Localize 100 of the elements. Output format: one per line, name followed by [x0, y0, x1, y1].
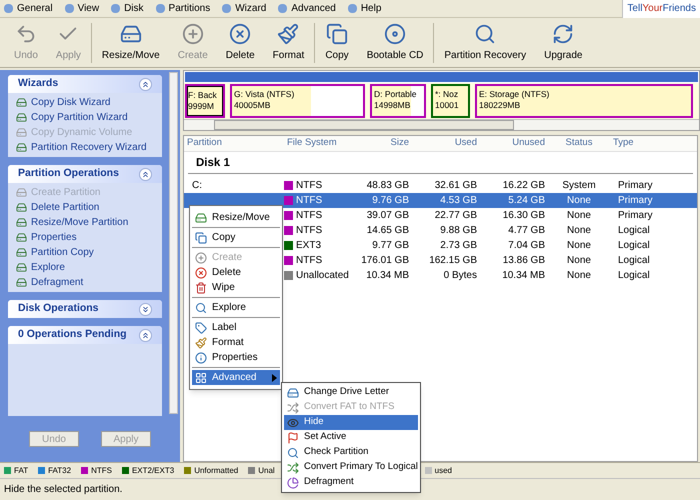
menu-bar-item[interactable]: Advanced — [278, 1, 336, 16]
brush-icon — [277, 22, 300, 44]
partition-name: *: Noz — [435, 89, 460, 100]
table-cell-text: 13.86 GB — [502, 254, 546, 268]
legend-label: NTFS — [91, 464, 112, 476]
task-link[interactable]: Copy Partition Wizard — [16, 110, 154, 125]
menu-item[interactable]: Hide — [284, 415, 418, 430]
collapse-toggle[interactable] — [139, 168, 152, 180]
panel-title: Partition Operations — [18, 166, 119, 182]
menu-item[interactable]: Advanced — [192, 370, 280, 385]
task-icon — [16, 142, 27, 153]
menu-item[interactable]: Change Drive Letter — [284, 385, 418, 400]
toolbar-button[interactable]: Bootable CD — [360, 22, 430, 62]
partition-block[interactable]: F: Back 9999M — [185, 84, 225, 118]
table-row[interactable]: EXT3 9.77 GB 2.73 GB 7.04 GB None Logical — [284, 238, 680, 253]
column-header[interactable]: Size — [354, 136, 412, 151]
table-row[interactable]: NTFS 48.83 GB 32.61 GB 16.22 GB System Primary — [284, 178, 680, 193]
task-link[interactable]: Partition Recovery Wizard — [16, 140, 154, 155]
menu-glyph-icon — [156, 4, 165, 13]
menu-item[interactable]: Set Active — [284, 430, 418, 445]
toolbar-button[interactable]: Format — [266, 22, 310, 62]
task-link[interactable]: Copy Disk Wizard — [16, 95, 154, 110]
menu-glyph-icon — [4, 4, 13, 13]
collapse-toggle[interactable] — [139, 328, 152, 342]
tell-friends-link[interactable]: TellYourFriends — [622, 0, 700, 18]
table-row[interactable]: NTFS 14.65 GB 9.88 GB 4.77 GB None Logical — [284, 223, 680, 238]
table-cell-text: 10.34 MB — [501, 269, 546, 283]
scroll-thumb[interactable] — [214, 120, 514, 130]
table-cell-text: Logical — [617, 239, 651, 253]
menu-glyph-icon — [64, 4, 74, 13]
table-cell-text: Primary — [617, 209, 654, 223]
table-cell-text: 0 Bytes — [442, 269, 478, 283]
menu-bar-item[interactable]: View — [64, 1, 100, 16]
toolbar-button[interactable]: Copy — [319, 22, 355, 62]
menu-bar-item[interactable]: Partitions — [156, 1, 210, 16]
table-cell-text: 16.30 GB — [502, 209, 546, 223]
table-cell-text: 22.77 GB — [434, 209, 478, 223]
column-header[interactable]: Status — [548, 136, 610, 151]
partition-block[interactable]: *: Noz 10001 — [431, 84, 470, 118]
menu-item[interactable]: Wipe — [192, 280, 280, 295]
partition-block[interactable]: D: Portable 14998MB — [370, 84, 426, 118]
partition-size: 14998MB — [374, 100, 412, 111]
task-link[interactable]: Defragment — [16, 275, 154, 290]
collapse-toggle[interactable] — [139, 302, 152, 316]
table-cell-text: 5.24 GB — [507, 194, 546, 208]
column-header[interactable]: Unused — [480, 136, 548, 151]
task-icon — [16, 202, 27, 213]
partition-block[interactable]: G: Vista (NTFS) 40005MB — [230, 84, 365, 118]
column-header[interactable]: Used — [412, 136, 480, 151]
table-row[interactable]: NTFS 39.07 GB 22.77 GB 16.30 GB None Primary — [284, 208, 680, 223]
menu-item[interactable]: Delete — [192, 265, 280, 280]
task-link[interactable]: Explore — [16, 260, 154, 275]
column-header[interactable]: Partition — [184, 136, 284, 151]
chevrons-up-icon — [141, 80, 150, 88]
legend-label: FAT — [14, 464, 28, 476]
horizontal-scrollbar[interactable] — [184, 119, 699, 130]
menu-icon — [195, 302, 207, 314]
toolbar-button[interactable]: Delete — [220, 22, 261, 62]
task-link[interactable]: Resize/Move Partition — [16, 215, 154, 230]
menu-bar-item[interactable]: Wizard — [222, 1, 266, 16]
partition-block[interactable]: E: Storage (NTFS) 180229MB — [475, 84, 693, 118]
menu-item[interactable]: Copy — [192, 230, 280, 245]
table-cell: NTFS — [284, 193, 354, 208]
menu-item[interactable]: Defragment — [284, 475, 418, 490]
menu-icon — [195, 266, 207, 278]
task-icon — [16, 112, 27, 123]
toolbar-button[interactable]: Partition Recovery — [438, 22, 532, 62]
toolbar-button[interactable]: Upgrade — [538, 22, 588, 62]
menu-item[interactable]: Format — [192, 335, 280, 350]
task-icon — [16, 277, 27, 288]
menu-item[interactable]: Check Partition — [284, 445, 418, 460]
task-icon — [16, 262, 27, 273]
column-header[interactable]: File System — [284, 136, 354, 151]
toolbar-button[interactable]: Resize/Move — [96, 22, 166, 62]
legend-label: EXT2/EXT3 — [132, 464, 174, 476]
panel-title: Wizards — [18, 76, 58, 92]
table-cell-text: Logical — [617, 254, 651, 268]
menu-item[interactable]: Resize/Move — [192, 210, 280, 225]
task-link[interactable]: Partition Copy — [16, 245, 154, 260]
collapse-toggle[interactable] — [139, 78, 152, 90]
scrollbar[interactable] — [169, 72, 178, 414]
table-row[interactable]: Unallocated 10.34 MB 0 Bytes 10.34 MB None Logical — [284, 268, 680, 283]
menu-bar-item[interactable]: Disk — [111, 1, 144, 16]
menu-bar-item[interactable]: Help — [348, 1, 382, 16]
task-icon — [16, 247, 27, 258]
table-cell: NTFS — [284, 253, 354, 268]
table-cell-text: None — [566, 194, 592, 208]
task-link[interactable]: Properties — [16, 230, 154, 245]
column-header[interactable]: Type — [610, 136, 680, 151]
table-row[interactable]: NTFS 176.01 GB 162.15 GB 13.86 GB None Logical — [284, 253, 680, 268]
menu-item[interactable]: Properties — [192, 350, 280, 365]
menu-bar-item[interactable]: General — [4, 1, 53, 16]
table-cell-text: 9.76 GB — [371, 194, 410, 208]
partition-name: E: Storage (NTFS) — [479, 89, 550, 100]
menu-item[interactable]: Label — [192, 320, 280, 335]
task-link[interactable]: Delete Partition — [16, 200, 154, 215]
table-cell: NTFS — [284, 223, 354, 238]
partition-size: 9999M — [188, 101, 215, 112]
menu-item[interactable]: Convert Primary To Logical — [284, 460, 418, 475]
menu-item[interactable]: Explore — [192, 300, 280, 315]
